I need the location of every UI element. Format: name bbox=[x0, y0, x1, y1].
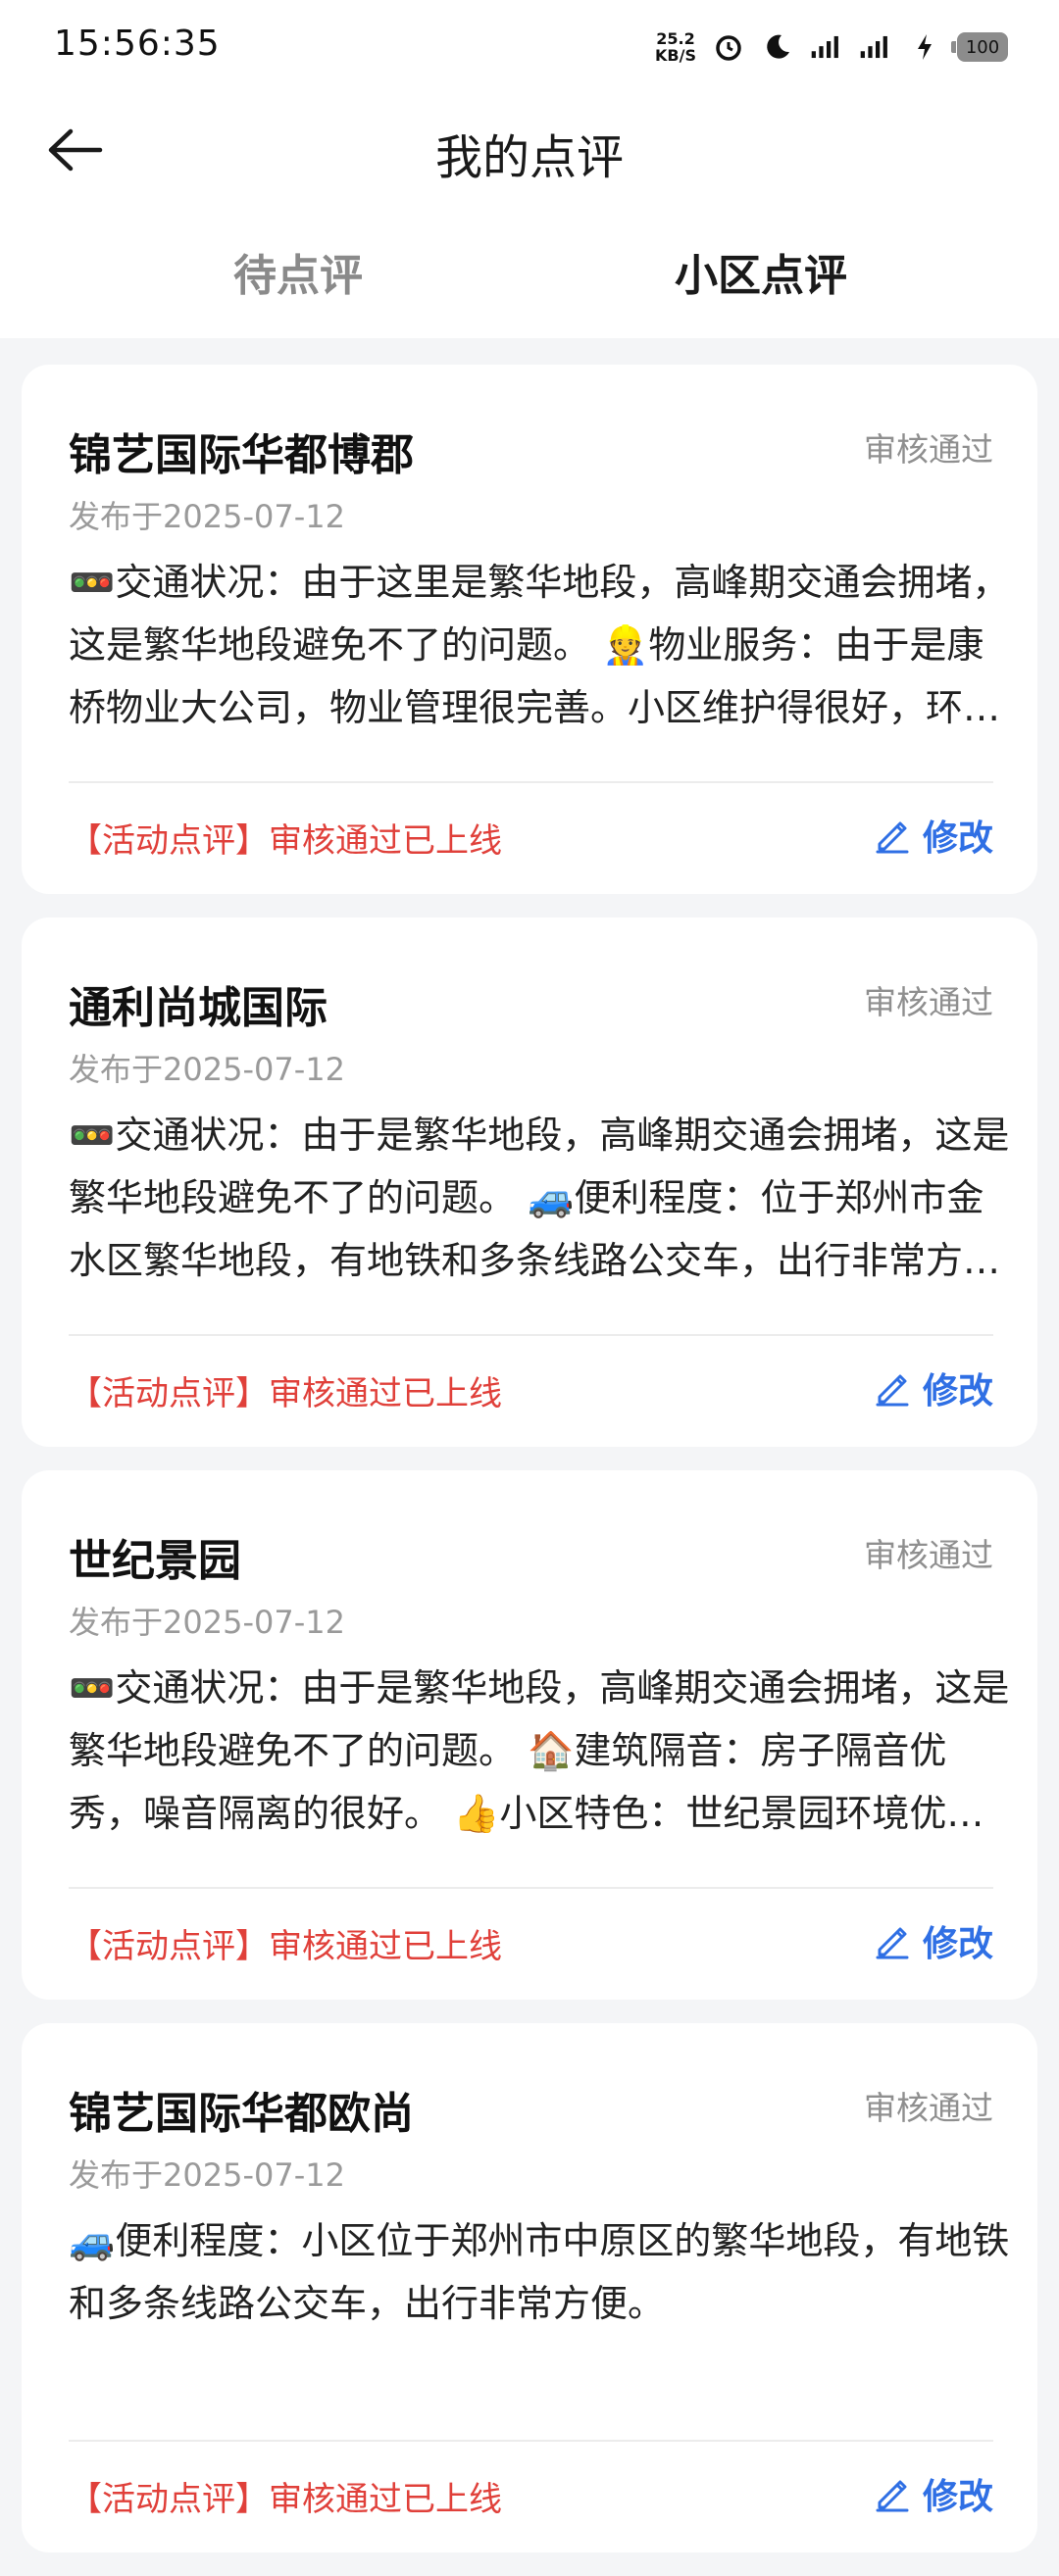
edit-label: 修改 bbox=[922, 818, 993, 859]
review-card[interactable]: 锦艺国际华都欧尚 审核通过 发布于2025-07-12 🚙便利程度：小区位于郑州… bbox=[22, 2023, 1037, 2552]
publish-date: 发布于2025-07-12 bbox=[69, 2156, 345, 2194]
publish-date: 发布于2025-07-12 bbox=[69, 498, 345, 535]
signal-icon bbox=[859, 30, 892, 64]
review-status: 审核通过 bbox=[864, 2089, 993, 2127]
community-name: 通利尚城国际 bbox=[69, 983, 328, 1033]
edit-button[interactable]: 修改 bbox=[874, 810, 993, 861]
battery-indicator: 100 bbox=[951, 32, 1008, 62]
review-list: 锦艺国际华都博郡 审核通过 发布于2025-07-12 🚥交通状况：由于这里是繁… bbox=[22, 365, 1037, 2576]
divider bbox=[69, 781, 993, 783]
status-bar: 15:56:35 25.2 KB/S 100 bbox=[0, 0, 1059, 93]
review-status: 审核通过 bbox=[864, 983, 993, 1021]
community-name: 锦艺国际华都欧尚 bbox=[69, 2089, 414, 2139]
network-speed-unit: KB/S bbox=[655, 46, 696, 65]
edit-icon bbox=[874, 1368, 913, 1408]
divider bbox=[69, 1887, 993, 1889]
edit-label: 修改 bbox=[922, 1924, 993, 1964]
nav-bar: 我的点评 bbox=[0, 93, 1059, 206]
tab-pending-reviews[interactable]: 待点评 bbox=[233, 240, 363, 303]
edit-button[interactable]: 修改 bbox=[874, 1915, 993, 1966]
charging-icon bbox=[908, 30, 941, 64]
divider bbox=[69, 2440, 993, 2442]
review-content: 🚙便利程度：小区位于郑州市中原区的繁华地段，有地铁和多条线路公交车，出行非常方便… bbox=[69, 2219, 1010, 2325]
status-time: 15:56:35 bbox=[54, 24, 221, 64]
edit-label: 修改 bbox=[922, 1371, 993, 1412]
network-speed-value: 25.2 bbox=[656, 29, 695, 48]
signal-icon bbox=[810, 30, 843, 64]
review-card[interactable]: 通利尚城国际 审核通过 发布于2025-07-12 🚥交通状况：由于是繁华地段，… bbox=[22, 917, 1037, 1447]
activity-tag: 【活动点评】审核通过已上线 bbox=[69, 821, 502, 861]
network-speed: 25.2 KB/S bbox=[655, 30, 696, 64]
review-card[interactable]: 世纪景园 审核通过 发布于2025-07-12 🚥交通状况：由于是繁华地段，高峰… bbox=[22, 1470, 1037, 2000]
divider bbox=[69, 1334, 993, 1336]
activity-tag: 【活动点评】审核通过已上线 bbox=[69, 1927, 502, 1966]
alarm-icon bbox=[712, 30, 745, 64]
review-content: 🚥交通状况：由于是繁华地段，高峰期交通会拥堵，这是繁华地段避免不了的问题。 🚙便… bbox=[69, 1114, 1010, 1282]
edit-label: 修改 bbox=[922, 2477, 993, 2517]
tab-bar: 待点评 小区点评 bbox=[0, 221, 1059, 328]
status-icons: 25.2 KB/S 100 bbox=[655, 25, 1008, 69]
review-status: 审核通过 bbox=[864, 1536, 993, 1574]
community-name: 锦艺国际华都博郡 bbox=[69, 430, 414, 480]
edit-button[interactable]: 修改 bbox=[874, 2468, 993, 2519]
edit-button[interactable]: 修改 bbox=[874, 1362, 993, 1413]
activity-tag: 【活动点评】审核通过已上线 bbox=[69, 2480, 502, 2519]
moon-icon bbox=[761, 30, 794, 64]
review-content: 🚥交通状况：由于这里是繁华地段，高峰期交通会拥堵，这是繁华地段避免不了的问题。 … bbox=[69, 561, 1010, 729]
edit-icon bbox=[874, 816, 913, 855]
page-title: 我的点评 bbox=[434, 130, 624, 185]
publish-date: 发布于2025-07-12 bbox=[69, 1051, 345, 1088]
review-status: 审核通过 bbox=[864, 430, 993, 469]
publish-date: 发布于2025-07-12 bbox=[69, 1604, 345, 1641]
community-name: 世纪景园 bbox=[69, 1536, 241, 1586]
edit-icon bbox=[874, 2474, 913, 2513]
review-card[interactable]: 锦艺国际华都博郡 审核通过 发布于2025-07-12 🚥交通状况：由于这里是繁… bbox=[22, 365, 1037, 894]
edit-icon bbox=[874, 1921, 913, 1960]
tab-community-reviews[interactable]: 小区点评 bbox=[675, 240, 847, 303]
review-content: 🚥交通状况：由于是繁华地段，高峰期交通会拥堵，这是繁华地段避免不了的问题。 🏠建… bbox=[69, 1666, 1010, 1835]
top-panel: 15:56:35 25.2 KB/S 100 我的点评 待点评 小区点评 bbox=[0, 0, 1059, 338]
activity-tag: 【活动点评】审核通过已上线 bbox=[69, 1374, 502, 1413]
